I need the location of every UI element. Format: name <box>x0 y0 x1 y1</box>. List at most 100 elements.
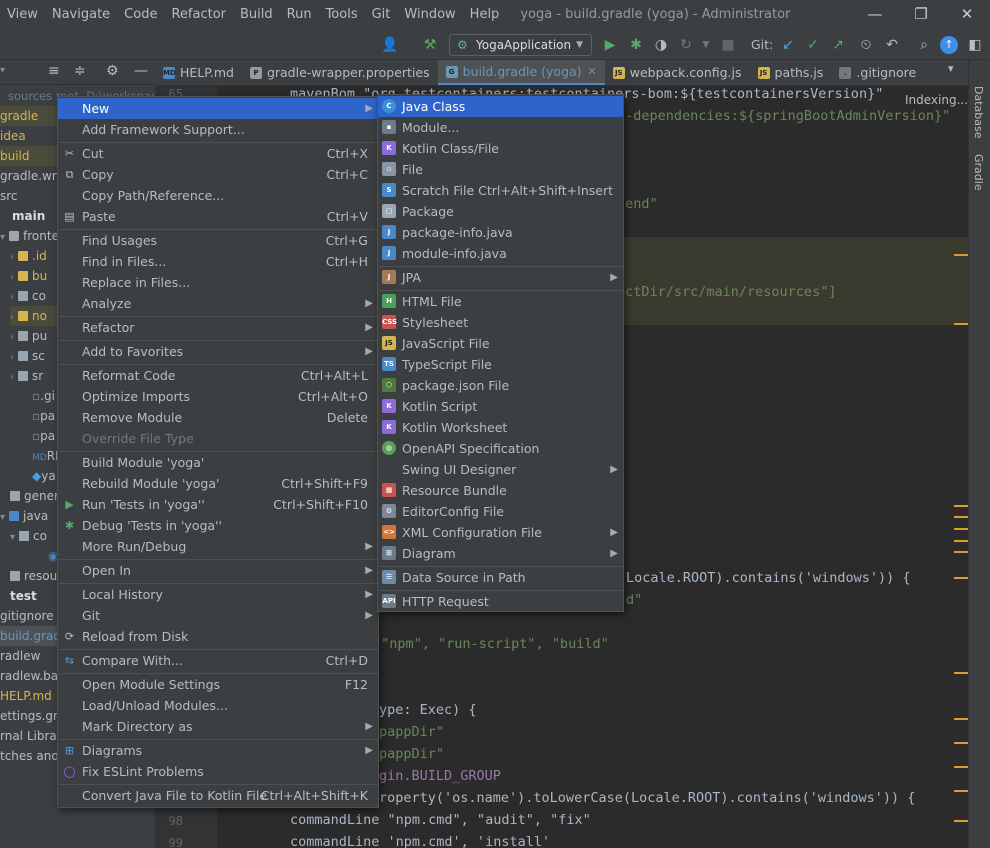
submenu-item-package[interactable]: ▢ Package <box>378 201 623 222</box>
submenu-item-module[interactable]: ▪ Module... <box>378 117 623 138</box>
menu-item-convert-java-to-kotlin[interactable]: Convert Java File to Kotlin File Ctrl+Alt… <box>58 785 378 806</box>
menu-item-remove-module[interactable]: Remove Module Delete <box>58 407 378 428</box>
git-update-icon[interactable]: ↙ <box>778 35 798 55</box>
submenu-item-jpa[interactable]: J JPA ▶ <box>378 267 623 288</box>
menu-tools[interactable]: Tools <box>319 0 365 30</box>
stripe-mark[interactable] <box>954 742 968 744</box>
more-run-icon[interactable]: ▼ <box>696 35 716 55</box>
menu-item-build-module[interactable]: Build Module 'yoga' <box>58 452 378 473</box>
tree-item[interactable]: › bu <box>10 266 47 286</box>
stripe-mark[interactable] <box>954 528 968 530</box>
search-icon[interactable]: ⌕ <box>914 35 934 55</box>
tree-item[interactable]: resou <box>10 566 57 586</box>
user-icon[interactable]: 👤 <box>380 35 400 55</box>
menu-window[interactable]: Window <box>397 0 462 30</box>
submenu-item-file[interactable]: ▫ File <box>378 159 623 180</box>
tree-item[interactable]: radlew.bat <box>0 666 63 686</box>
tree-item[interactable]: › sc <box>10 346 45 366</box>
expand-all-icon[interactable]: ≡ <box>48 63 60 79</box>
submenu-item-editorconfig[interactable]: ⚙ EditorConfig File <box>378 501 623 522</box>
menu-item-rebuild-module[interactable]: Rebuild Module 'yoga' Ctrl+Shift+F9 <box>58 473 378 494</box>
submenu-item-data-source[interactable]: ☰ Data Source in Path <box>378 567 623 588</box>
close-tab-icon[interactable]: ✕ <box>588 60 597 85</box>
tree-item[interactable]: test <box>10 586 37 606</box>
tab-gitignore[interactable]: . .gitignore <box>831 60 924 85</box>
menu-refactor[interactable]: Refactor <box>164 0 233 30</box>
git-push-icon[interactable]: ↗ <box>828 35 848 55</box>
submenu-item-javascript-file[interactable]: JS JavaScript File <box>378 333 623 354</box>
menu-item-find-in-files[interactable]: Find in Files... Ctrl+H <box>58 251 378 272</box>
menu-item-debug-tests[interactable]: ✱ Debug 'Tests in 'yoga'' <box>58 515 378 536</box>
stripe-mark[interactable] <box>954 516 968 518</box>
stripe-mark[interactable] <box>954 505 968 507</box>
submenu-item-diagram[interactable]: ⊞ Diagram ▶ <box>378 543 623 564</box>
tab-build-gradle[interactable]: Gbuild.gradle (yoga) ✕ <box>437 60 605 85</box>
rollback-icon[interactable]: ↶ <box>882 35 902 55</box>
profiler-icon[interactable]: ↻ <box>676 35 696 55</box>
menu-item-local-history[interactable]: Local History ▶ <box>58 584 378 605</box>
menu-item-copy-path[interactable]: Copy Path/Reference... <box>58 185 378 206</box>
menu-view[interactable]: View <box>0 0 45 30</box>
menu-git[interactable]: Git <box>365 0 398 30</box>
submenu-item-package-info[interactable]: Jpackage-info.java <box>378 222 623 243</box>
stripe-mark[interactable] <box>954 577 968 579</box>
stripe-mark[interactable] <box>954 820 968 822</box>
submenu-item-swing-ui-designer[interactable]: Swing UI Designer ▶ <box>378 459 623 480</box>
tree-item[interactable]: › .id <box>10 246 47 266</box>
submenu-item-kotlin-script[interactable]: K Kotlin Script <box>378 396 623 417</box>
menu-run[interactable]: Run <box>280 0 319 30</box>
tree-item[interactable]: › pu <box>10 326 47 346</box>
stop-icon[interactable]: ■ <box>718 35 738 55</box>
submenu-item-resource-bundle[interactable]: ▦ Resource Bundle <box>378 480 623 501</box>
tree-item[interactable]: ▫pa <box>32 426 55 446</box>
submenu-item-java-class[interactable]: C Java Class <box>378 96 623 117</box>
database-tool-tab[interactable]: Database <box>972 86 985 139</box>
tree-item[interactable]: › sr <box>10 366 43 386</box>
tree-item[interactable]: build <box>0 146 58 166</box>
stripe-mark[interactable] <box>954 672 968 674</box>
stripe-mark[interactable] <box>954 790 968 792</box>
menu-item-run-tests[interactable]: ▶ Run 'Tests in 'yoga'' Ctrl+Shift+F10 <box>58 494 378 515</box>
submenu-item-package-json[interactable]: ⬡ package.json File <box>378 375 623 396</box>
menu-item-analyze[interactable]: Analyze ▶ <box>58 293 378 314</box>
run-config-select[interactable]: ⚙ YogaApplication ▼ <box>449 34 592 56</box>
hide-panel-icon[interactable]: — <box>134 63 148 79</box>
submenu-item-xml-config[interactable]: <> XML Configuration File ▶ <box>378 522 623 543</box>
submenu-item-kotlin-worksheet[interactable]: K Kotlin Worksheet <box>378 417 623 438</box>
menu-item-open-in[interactable]: Open In ▶ <box>58 560 378 581</box>
tree-item[interactable]: ▾ java <box>0 506 48 526</box>
run-icon[interactable]: ▶ <box>600 35 620 55</box>
submenu-item-scratch-file[interactable]: S Scratch File Ctrl+Alt+Shift+Insert <box>378 180 623 201</box>
tree-item[interactable]: ▫.gi <box>32 386 55 406</box>
tabs-overflow-icon[interactable]: ▾ <box>948 62 954 75</box>
tree-item[interactable]: HELP.md <box>0 686 52 706</box>
tree-item[interactable]: › no <box>10 306 58 326</box>
update-icon[interactable]: ↑ <box>940 36 958 54</box>
tree-item[interactable]: ▾ co <box>10 526 47 546</box>
menu-item-diagrams[interactable]: ⊞ Diagrams ▶ <box>58 740 378 761</box>
menu-item-find-usages[interactable]: Find Usages Ctrl+G <box>58 230 378 251</box>
menu-code[interactable]: Code <box>117 0 164 30</box>
tree-item[interactable]: gradle <box>0 106 58 126</box>
menu-item-optimize-imports[interactable]: Optimize Imports Ctrl+Alt+O <box>58 386 378 407</box>
menu-item-reformat-code[interactable]: Reformat Code Ctrl+Alt+L <box>58 365 378 386</box>
stripe-mark[interactable] <box>954 323 968 325</box>
menu-item-cut[interactable]: ✂ Cut Ctrl+X <box>58 143 378 164</box>
git-commit-icon[interactable]: ✓ <box>803 35 823 55</box>
menu-item-replace-in-files[interactable]: Replace in Files... <box>58 272 378 293</box>
menu-navigate[interactable]: Navigate <box>45 0 117 30</box>
stripe-mark[interactable] <box>954 718 968 720</box>
tab-help-md[interactable]: MD HELP.md <box>155 60 242 85</box>
menu-item-more-run-debug[interactable]: More Run/Debug ▶ <box>58 536 378 557</box>
menu-item-new[interactable]: New ▶ <box>58 98 378 119</box>
menu-item-refactor[interactable]: Refactor ▶ <box>58 317 378 338</box>
menu-item-git[interactable]: Git ▶ <box>58 605 378 626</box>
tab-paths-js[interactable]: JS paths.js <box>750 60 832 85</box>
menu-item-paste[interactable]: ▤ Paste Ctrl+V <box>58 206 378 227</box>
menu-item-mark-directory-as[interactable]: Mark Directory as ▶ <box>58 716 378 737</box>
submenu-item-openapi[interactable]: ◍ OpenAPI Specification <box>378 438 623 459</box>
stripe-mark[interactable] <box>954 551 968 553</box>
submenu-item-kotlin-class[interactable]: K Kotlin Class/File <box>378 138 623 159</box>
menu-item-copy[interactable]: ⧉ Copy Ctrl+C <box>58 164 378 185</box>
menu-help[interactable]: Help <box>463 0 507 30</box>
